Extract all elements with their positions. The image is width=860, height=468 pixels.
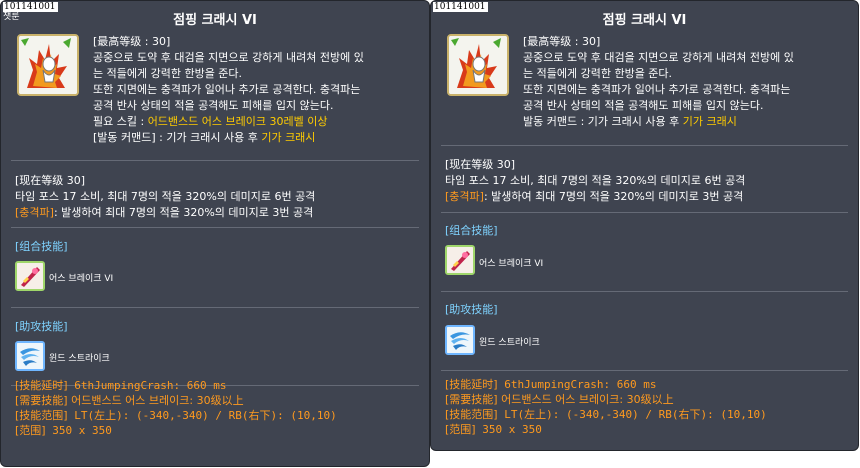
- current-level-header: [现在等级 30]: [15, 174, 86, 187]
- delay-value: 6thJumpingCrash: 660 ms: [67, 379, 227, 392]
- footer-area: [范围] 350 x 350: [445, 422, 848, 437]
- jumping-crash-skill-icon: [447, 34, 509, 96]
- current-level-effect: 타임 포스 17 소비, 최대 7명의 적을 320%의 데미지로 6번 공격: [445, 174, 746, 187]
- skill-tooltip-right: 101141001 점핑 크래시 VI [最高等级 : 30] 공중으로 도약 …: [430, 0, 859, 451]
- footer-delay: [技能延时] 6thJumpingCrash: 660 ms: [445, 377, 848, 392]
- area-value: 350 x 350: [475, 423, 542, 436]
- earth-break-skill-icon: [15, 261, 45, 291]
- desc-required-skill: 필요 스킬 : 어드밴스드 어스 브레이크 30레벨 이상: [93, 114, 419, 130]
- skill-info-footer: [技能延时] 6thJumpingCrash: 660 ms [需要技能] 어드…: [445, 377, 848, 437]
- desc-command: [발동 커맨드] : 기가 크래시 사용 후 기가 크래시: [93, 130, 419, 146]
- desc-line: 는 적들에게 강력한 한방을 준다.: [93, 67, 243, 80]
- divider: [441, 291, 848, 292]
- desc-line: 또한 지면에는 충격파가 일어나 추가로 공격한다. 충격파는: [93, 83, 361, 96]
- desc-line: 공격 반사 상태의 적을 공격해도 피해를 입지 않는다.: [523, 99, 764, 112]
- shockwave-effect: [충격파]: 발생하여 최대 7명의 적을 320%의 데미지로 3번 공격: [445, 189, 848, 205]
- combo-skill-header: [组合技能]: [445, 224, 498, 237]
- footer-range: [技能范围] LT(左上): (-340,-340) / RB(右下): (10…: [15, 408, 419, 423]
- desc-max-level: [最高等级 : 30]: [93, 35, 171, 48]
- required-value: 어드밴스드 어스 브레이크: 30级以上: [497, 393, 674, 406]
- desc-line: 공중으로 도약 후 대검을 지면으로 강하게 내려쳐 전방에 있: [93, 51, 364, 64]
- desc-line: 공중으로 도약 후 대검을 지면으로 강하게 내려쳐 전방에 있: [523, 51, 794, 64]
- assist-skill-name: 윈드 스트라이크: [479, 338, 540, 348]
- footer-area: [范围] 350 x 350: [15, 423, 419, 438]
- range-value: LT(左上): (-340,-340) / RB(右下): (10,10): [67, 409, 337, 422]
- skill-title: 점핑 크래시 VI: [602, 13, 687, 28]
- combo-skill-name: 어스 브레이크 VI: [49, 274, 114, 284]
- skill-title: 점핑 크래시 VI: [173, 13, 257, 28]
- current-level-section: [现在等级 30] 타임 포스 17 소비, 최대 7명의 적을 320%의 데…: [15, 173, 419, 221]
- footer-delay: [技能延时] 6thJumpingCrash: 660 ms: [15, 378, 419, 393]
- wind-strike-skill-icon: [15, 341, 45, 371]
- shockwave-text: : 발생하여 최대 7명의 적을 320%의 데미지로 3번 공격: [53, 206, 314, 219]
- skill-tooltip-left: 101141001 챗룬 점핑 크래시 VI [最高等级 : 30] 공중으로 …: [0, 0, 430, 467]
- required-skill-value: 어드밴스드 어스 브레이크 30레벨 이상: [147, 115, 328, 128]
- footer-range: [技能范围] LT(左上): (-340,-340) / RB(右下): (10…: [445, 407, 848, 422]
- divider: [11, 307, 419, 308]
- desc-command: 발동 커맨드 : 기가 크래시 사용 후 기가 크래시: [523, 114, 849, 130]
- desc-max-level: [最高等级 : 30]: [523, 35, 601, 48]
- required-value: 어드밴스드 어스 브레이크: 30级以上: [67, 394, 244, 407]
- combo-skill-name: 어스 브레이크 VI: [479, 259, 544, 269]
- required-skill-label: 필요 스킬 :: [93, 115, 148, 128]
- combo-skill-header: [组合技能]: [15, 240, 68, 253]
- required-label: [需要技能]: [15, 394, 68, 407]
- delay-value: 6thJumpingCrash: 660 ms: [497, 378, 657, 391]
- shockwave-label: [충격파]: [15, 206, 54, 219]
- earth-break-skill-icon: [445, 245, 475, 275]
- area-value: 350 x 350: [45, 424, 112, 437]
- skill-description: [最高等级 : 30] 공중으로 도약 후 대검을 지면으로 강하게 내려쳐 전…: [93, 34, 419, 146]
- assist-skill-name: 윈드 스트라이크: [49, 354, 110, 364]
- divider: [441, 145, 848, 146]
- current-level-header: [现在等级 30]: [445, 158, 516, 171]
- command-label: 발동 커맨드 : 기가 크래시 사용 후: [523, 115, 683, 128]
- command-label: [발동 커맨드] : 기가 크래시 사용 후: [93, 131, 262, 144]
- divider: [441, 370, 848, 371]
- range-label: [技能范围]: [445, 408, 498, 421]
- divider: [11, 227, 419, 228]
- footer-required: [需要技能] 어드밴스드 어스 브레이크: 30级以上: [445, 392, 848, 407]
- delay-label: [技能延时]: [445, 378, 498, 391]
- desc-line: 는 적들에게 강력한 한방을 준다.: [523, 67, 673, 80]
- desc-line: 공격 반사 상태의 적을 공격해도 피해를 입지 않는다.: [93, 99, 334, 112]
- skill-info-footer: [技能延时] 6thJumpingCrash: 660 ms [需要技能] 어드…: [15, 378, 419, 438]
- desc-line: 또한 지면에는 충격파가 일어나 추가로 공격한다. 충격파는: [523, 83, 791, 96]
- current-level-section: [现在等级 30] 타임 포스 17 소비, 최대 7명의 적을 320%의 데…: [445, 157, 848, 205]
- required-label: [需要技能]: [445, 393, 498, 406]
- assist-skill-header: [助攻技能]: [15, 320, 68, 333]
- current-level-effect: 타임 포스 17 소비, 최대 7명의 적을 320%의 데미지로 6번 공격: [15, 190, 316, 203]
- command-value: 기가 크래시: [682, 115, 737, 128]
- area-label: [范围]: [445, 423, 476, 436]
- skill-description: [最高等级 : 30] 공중으로 도약 후 대검을 지면으로 강하게 내려쳐 전…: [523, 34, 849, 130]
- jumping-crash-skill-icon: [17, 34, 79, 96]
- footer-required: [需要技能] 어드밴스드 어스 브레이크: 30级以上: [15, 393, 419, 408]
- wind-strike-skill-icon: [445, 325, 475, 355]
- command-value: 기가 크래시: [261, 131, 316, 144]
- shockwave-effect: [충격파]: 발생하여 최대 7명의 적을 320%의 데미지로 3번 공격: [15, 205, 419, 221]
- divider: [441, 212, 848, 213]
- area-label: [范围]: [15, 424, 46, 437]
- delay-label: [技能延时]: [15, 379, 68, 392]
- assist-skill-header: [助攻技能]: [445, 303, 498, 316]
- shockwave-label: [충격파]: [445, 190, 484, 203]
- range-value: LT(左上): (-340,-340) / RB(右下): (10,10): [497, 408, 767, 421]
- divider: [11, 160, 419, 161]
- shockwave-text: : 발생하여 최대 7명의 적을 320%의 데미지로 3번 공격: [483, 190, 744, 203]
- range-label: [技能范围]: [15, 409, 68, 422]
